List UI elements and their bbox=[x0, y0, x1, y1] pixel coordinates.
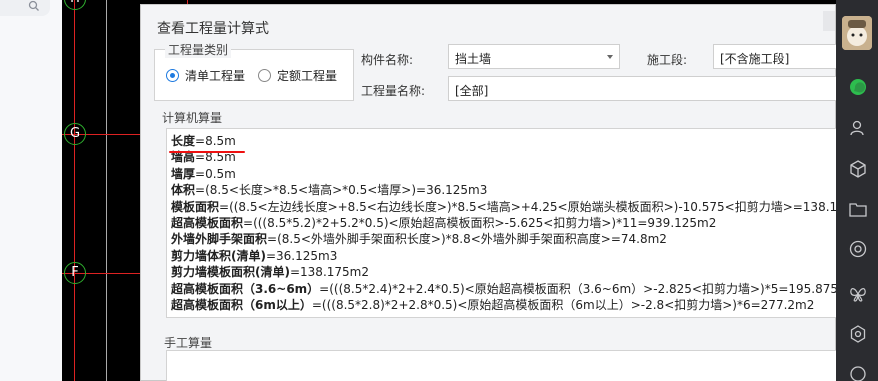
dialog-close-button[interactable] bbox=[823, 11, 835, 31]
calc-line-expr: =36.125m3 bbox=[265, 248, 338, 263]
calc-line-name: 超高模板面积（6m以上） bbox=[171, 298, 312, 313]
calc-line-name: 外墙外脚手架面积 bbox=[171, 232, 268, 247]
calc-line-expr: =(8.5<外墙外脚手架面积长度>)*8.8<外墙外脚手架面积高度>=74.8m… bbox=[267, 232, 667, 247]
chat-icon[interactable] bbox=[849, 78, 867, 96]
computer-calc-group-title: 计算机算量 bbox=[162, 111, 223, 125]
avatar[interactable] bbox=[842, 16, 872, 50]
search-icon[interactable] bbox=[28, 0, 40, 12]
construction-section-field[interactable]: [不含施工段] bbox=[713, 44, 837, 69]
calc-line: 墙高=8.5m bbox=[171, 149, 832, 165]
quantity-name-field[interactable]: [全部] bbox=[448, 76, 837, 101]
manual-calc-text[interactable] bbox=[166, 350, 837, 381]
calc-line: 长度=8.5m bbox=[171, 133, 832, 149]
calc-line: 超高模板面积=(((8.5*5.2)*2+5.2*0.5)<原始超高模板面积>-… bbox=[171, 215, 832, 231]
axis-label-h: H bbox=[64, 0, 86, 10]
component-name-value: 挡土墙 bbox=[455, 52, 492, 66]
aperture-icon[interactable] bbox=[849, 240, 867, 258]
calc-line-expr: =((8.5<左边线长度>+8.5<右边线长度>)*8.5<墙高>+4.25<原… bbox=[219, 199, 837, 214]
quantity-name-label: 工程量名称: bbox=[361, 84, 426, 98]
calc-line-expr: =8.5m bbox=[195, 134, 236, 148]
more-icon[interactable] bbox=[849, 365, 867, 381]
axis-label-g: G bbox=[64, 123, 86, 145]
calc-line: 模板面积=((8.5<左边线长度>+8.5<右边线长度>)*8.5<墙高>+4.… bbox=[171, 199, 836, 215]
calc-line-name: 超高模板面积 bbox=[171, 216, 244, 231]
calc-line-name: 模板面积 bbox=[171, 199, 220, 214]
calc-line: 剪力墙体积(清单)=36.125m3 bbox=[171, 248, 832, 264]
axis-label-f: F bbox=[64, 262, 86, 284]
manual-calc-group-title: 手工算量 bbox=[164, 336, 213, 350]
calc-line: 超高模板面积（3.6~6m）=(((8.5*2.4)*2+2.4*0.5)<原始… bbox=[171, 281, 836, 297]
calc-line: 超高模板面积（6m以上）=(((8.5*2.8)*2+2.8*0.5)<原始超高… bbox=[171, 297, 832, 313]
calc-line-expr: =(((8.5*5.2)*2+5.2*0.5)<原始超高模板面积>-5.625<… bbox=[243, 216, 717, 231]
construction-section-label: 施工段: bbox=[647, 53, 688, 67]
grid-line bbox=[74, 0, 75, 381]
radio-quota-label: 定额工程量 bbox=[277, 69, 338, 83]
annotation-underline bbox=[169, 151, 245, 153]
component-name-select[interactable]: 挡土墙 bbox=[448, 44, 620, 69]
dialog-title: 查看工程量计算式 bbox=[157, 21, 269, 37]
calc-line-name: 剪力墙体积(清单) bbox=[171, 248, 266, 263]
radio-bill-label: 清单工程量 bbox=[185, 69, 246, 83]
radio-bill-quantity[interactable]: 清单工程量 bbox=[166, 67, 245, 84]
computer-calc-text[interactable]: 长度=8.5m 墙高=8.5m 墙厚=0.5m 体积=(8.5<长度>*8.5<墙高>… bbox=[166, 128, 837, 318]
radio-unselected-icon bbox=[258, 69, 271, 82]
calc-line: 体积=(8.5<长度>*8.5<墙高>*0.5<墙厚>)=36.125m3 bbox=[171, 182, 832, 198]
butterfly-icon[interactable] bbox=[849, 285, 867, 303]
calc-line: 墙厚=0.5m bbox=[171, 166, 832, 182]
calc-line-expr: =(((8.5*2.4)*2+2.4*0.5)<原始超高模板面积（3.6~6m）… bbox=[319, 281, 837, 296]
calc-line: 剪力墙模板面积(清单)=138.175m2 bbox=[171, 264, 832, 280]
calc-line-name: 墙厚 bbox=[171, 166, 196, 181]
component-name-label: 构件名称: bbox=[361, 53, 414, 67]
calc-line-expr: =138.175m2 bbox=[289, 265, 369, 280]
radio-selected-icon bbox=[166, 69, 179, 82]
quantity-name-value: [全部] bbox=[455, 84, 489, 98]
calc-line-expr: =(((8.5*2.8)*2+2.8*0.5)<原始超高模板面积（6m以上）>-… bbox=[311, 298, 815, 313]
folder-icon[interactable] bbox=[849, 200, 867, 218]
calc-line-name: 剪力墙模板面积(清单) bbox=[171, 265, 290, 280]
calc-line-expr: =(8.5<长度>*8.5<墙高>*0.5<墙厚>)=36.125m3 bbox=[195, 183, 488, 198]
gear-icon[interactable] bbox=[849, 325, 867, 343]
dropdown-caret-icon bbox=[607, 55, 613, 59]
cube-icon[interactable] bbox=[849, 160, 867, 178]
construction-section-value: [不含施工段] bbox=[720, 52, 790, 66]
quantity-type-group-title: 工程量类别 bbox=[165, 41, 232, 58]
calc-line-name: 超高模板面积（3.6~6m） bbox=[171, 281, 320, 296]
contact-icon[interactable] bbox=[849, 119, 867, 137]
left-search-box[interactable] bbox=[0, 0, 50, 16]
calc-line-expr: =0.5m bbox=[195, 166, 236, 181]
quantity-formula-dialog: 查看工程量计算式 工程量类别 清单工程量 定额工程量 构件名称: 挡土墙 施工段… bbox=[140, 4, 837, 381]
wall-line bbox=[106, 0, 107, 381]
left-panel bbox=[0, 0, 62, 381]
calc-line: 外墙外脚手架面积=(8.5<外墙外脚手架面积长度>)*8.8<外墙外脚手架面积高… bbox=[171, 231, 832, 247]
radio-quota-quantity[interactable]: 定额工程量 bbox=[258, 67, 337, 84]
calc-line-name: 长度 bbox=[171, 134, 196, 148]
calc-line-name: 体积 bbox=[171, 183, 196, 198]
right-sidebar bbox=[836, 0, 878, 381]
